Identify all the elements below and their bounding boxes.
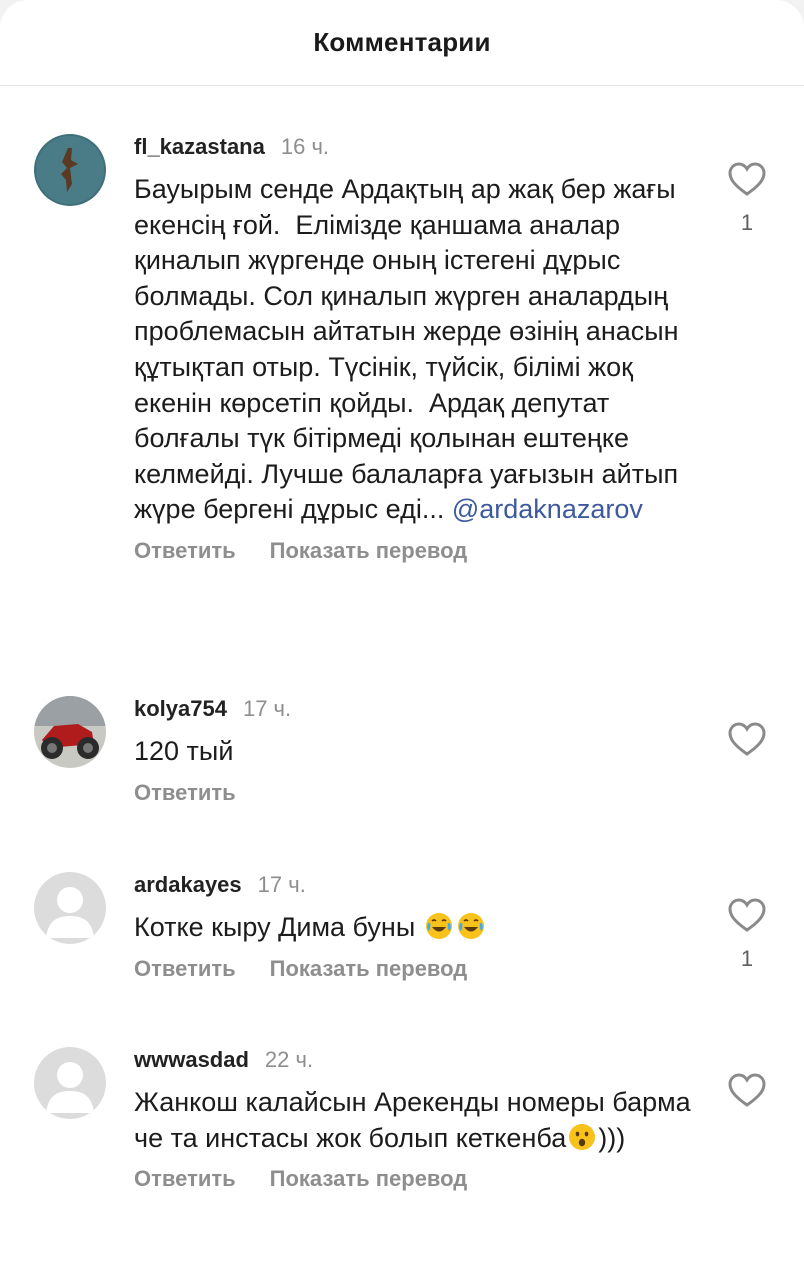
avatar[interactable] [34, 872, 106, 944]
comment-username[interactable]: fl_kazastana [134, 134, 265, 160]
comment-username[interactable]: kolya754 [134, 696, 227, 722]
comment-time: 16 ч. [280, 134, 330, 159]
comment-text-tail: ))) [598, 1122, 626, 1153]
heart-outline-icon[interactable] [724, 1067, 770, 1113]
comment-time: 17 ч. [242, 696, 292, 721]
sheet-header: Комментарии [0, 0, 804, 86]
comment-text: Котке кыру Дима буны [134, 910, 704, 946]
translate-button[interactable]: Показать перевод [270, 538, 468, 564]
comments-sheet: Комментарии fl_kazastana 16 ч. Бауырым с… [0, 0, 804, 1280]
comment-time: 22 ч. [264, 1047, 314, 1072]
comment-body: fl_kazastana 16 ч. Бауырым сенде Ардақты… [134, 134, 704, 564]
like-count: 1 [740, 946, 754, 971]
astonished-emoji [569, 1123, 596, 1150]
comment-text: Бауырым сенде Ардақтың ар жақ бер жағы е… [134, 172, 704, 528]
reply-button[interactable]: Ответить [134, 1166, 236, 1192]
tears-of-joy-emoji [457, 913, 484, 939]
heart-outline-icon[interactable] [724, 716, 770, 762]
reply-button[interactable]: Ответить [134, 780, 236, 806]
avatar[interactable] [34, 696, 106, 768]
comment-body: ardakayes 17 ч. Котке кыру Дима буны Отв… [134, 872, 704, 982]
translate-button[interactable]: Показать перевод [270, 956, 468, 982]
comment-text: Жанкош калайсын Арекенды номеры барма че… [134, 1085, 704, 1156]
reply-button[interactable]: Ответить [134, 956, 236, 982]
page-title: Комментарии [313, 27, 491, 57]
heart-outline-icon[interactable] [724, 156, 770, 202]
translate-button[interactable]: Показать перевод [270, 1166, 468, 1192]
comment-username[interactable]: wwwasdad [134, 1047, 249, 1073]
avatar[interactable] [34, 134, 106, 206]
like-control: 1 [724, 892, 770, 972]
reply-button[interactable]: Ответить [134, 538, 236, 564]
comment-text: 120 тый [134, 736, 234, 766]
avatar[interactable] [34, 1047, 106, 1119]
like-count: 1 [740, 210, 754, 235]
like-control [724, 716, 770, 762]
comment-username[interactable]: ardakayes [134, 872, 242, 898]
tears-of-joy-emoji [425, 913, 452, 939]
comment-body: wwwasdad 22 ч. Жанкош калайсын Арекенды … [134, 1047, 704, 1192]
heart-outline-icon[interactable] [724, 892, 770, 938]
comment-body: kolya754 17 ч. 120 тый Ответить [134, 696, 704, 806]
comment-text-content: Котке кыру Дима буны [134, 912, 416, 942]
comment-time: 17 ч. [257, 872, 306, 897]
like-control [724, 1067, 770, 1113]
mention-link[interactable]: @ardaknazarov [452, 494, 643, 524]
comment-text-content: Бауырым сенде Ардақтың ар жақ бер жағы е… [134, 174, 687, 525]
like-control: 1 [724, 156, 770, 236]
